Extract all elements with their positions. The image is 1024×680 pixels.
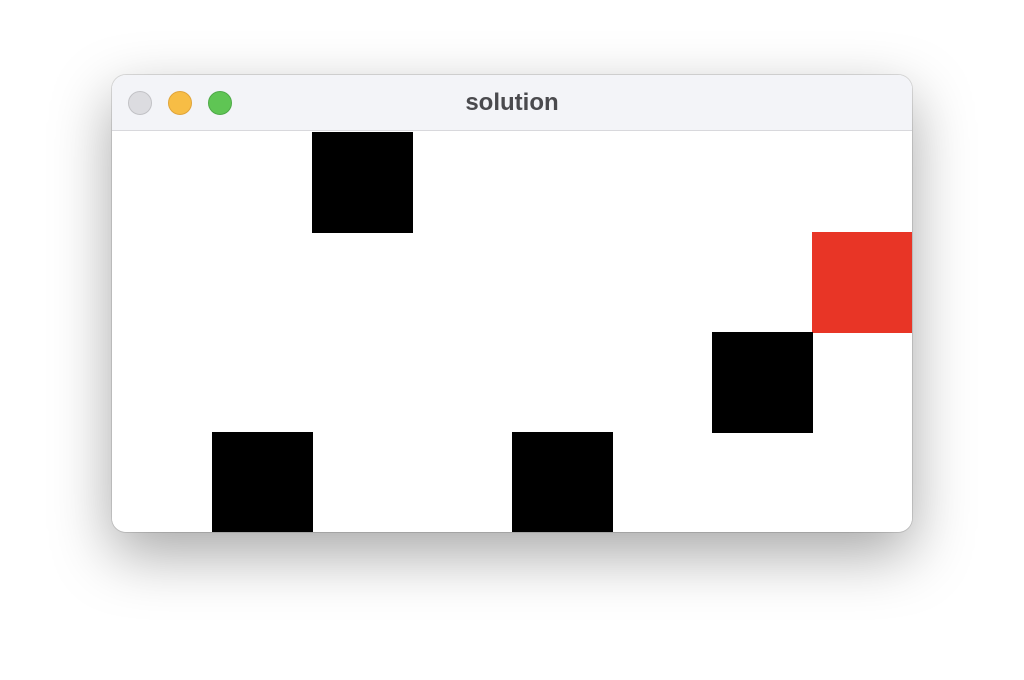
goal-tile xyxy=(812,232,912,333)
app-window: solution xyxy=(112,75,912,532)
wall-tile xyxy=(212,432,313,532)
wall-tile xyxy=(312,132,413,233)
title-bar[interactable]: solution xyxy=(112,75,912,131)
wall-tile xyxy=(512,432,613,532)
wall-tile xyxy=(712,332,813,433)
window-title: solution xyxy=(465,89,559,116)
game-board[interactable] xyxy=(112,132,912,532)
